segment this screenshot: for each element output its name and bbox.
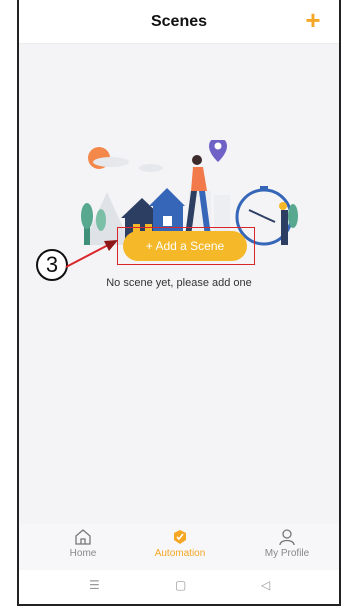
profile-icon [279,529,295,546]
home-button-icon[interactable]: ▢ [175,578,186,592]
tab-my-profile-label: My Profile [264,548,310,559]
highlight-box [117,227,255,265]
home-icon [75,529,91,545]
phone-screen: Scenes + + Add a Scene No scene yet, ple… [17,0,341,606]
bottom-tab-bar: Home Automation My Profile [19,524,339,570]
empty-state-message: No scene yet, please add one [106,277,252,289]
system-navigation-bar: ☰ ▢ ◁ [19,570,339,604]
menu-icon[interactable]: ☰ [89,578,100,592]
page-title: Scenes [150,13,208,30]
back-icon[interactable]: ◁ [261,578,270,592]
automation-icon [174,530,186,544]
tab-automation-label: Automation [154,548,206,559]
tab-automation[interactable]: Automation [140,528,220,559]
annotation-arrow-icon [65,240,118,268]
tab-home-label: Home [69,548,97,559]
tab-home[interactable]: Home [43,528,123,559]
header-bar: Scenes + [19,0,339,44]
plus-icon[interactable]: + [301,7,325,33]
tab-my-profile[interactable]: My Profile [247,528,327,559]
